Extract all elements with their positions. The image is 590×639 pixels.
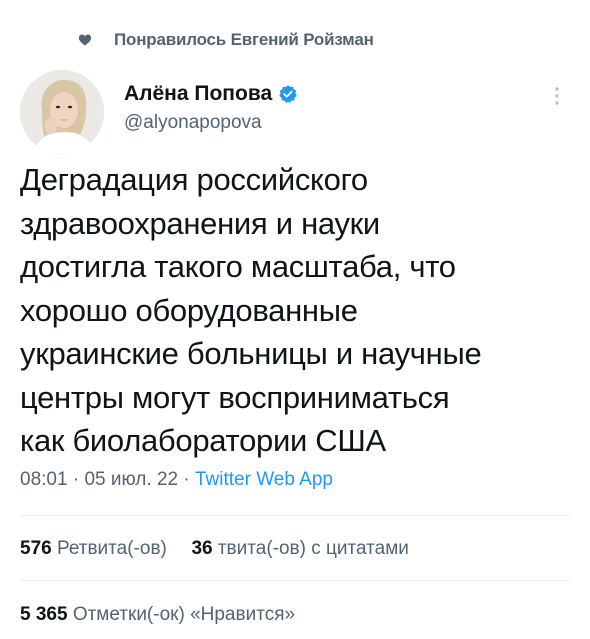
social-context[interactable]: Понравилось Евгений Ройзман: [78, 28, 374, 52]
liked-by-text: Понравилось Евгений Ройзман: [114, 30, 374, 49]
heart-icon: [78, 34, 92, 46]
verified-badge-icon: [279, 85, 297, 103]
quotes-stat[interactable]: 36 твита(-ов) с цитатами: [191, 538, 408, 559]
author-handle[interactable]: @alyonapopova: [124, 112, 298, 134]
avatar-image: [20, 70, 104, 154]
author-name[interactable]: Алёна Попова: [124, 82, 272, 106]
retweets-label: Ретвита(-ов): [56, 538, 167, 559]
divider: [20, 515, 570, 516]
author-name-row: Алёна Попова: [124, 80, 298, 108]
quotes-count: 36: [191, 538, 213, 559]
avatar[interactable]: [20, 70, 104, 154]
retweet-stats-row: 576 Ретвита(-ов) 36 твита(-ов) с цитатам…: [20, 538, 409, 560]
meta-separator: ·: [178, 469, 195, 490]
tweet-time[interactable]: 08:01: [20, 469, 68, 490]
more-options-icon[interactable]: [549, 84, 565, 108]
likes-stats-row[interactable]: 5 365 Отметки(-ок) «Нравится»: [20, 604, 295, 626]
author-block[interactable]: Алёна Попова @alyonapopova: [124, 80, 298, 134]
retweets-stat[interactable]: 576 Ретвита(-ов): [20, 538, 167, 559]
divider: [20, 580, 570, 581]
likes-count: 5 365: [20, 604, 68, 625]
tweet-date[interactable]: 05 июл. 22: [84, 469, 178, 490]
tweet-source-link[interactable]: Twitter Web App: [195, 469, 333, 490]
meta-separator: ·: [67, 469, 85, 490]
quotes-label: твита(-ов) с цитатами: [217, 538, 409, 559]
tweet-text: Деградация российского здравоохранения и…: [20, 162, 482, 458]
tweet-meta: 08:01 · 05 июл. 22 · Twitter Web App: [20, 469, 333, 491]
likes-label: Отметки(-ок) «Нравится»: [72, 604, 296, 625]
retweets-count: 576: [20, 538, 52, 559]
